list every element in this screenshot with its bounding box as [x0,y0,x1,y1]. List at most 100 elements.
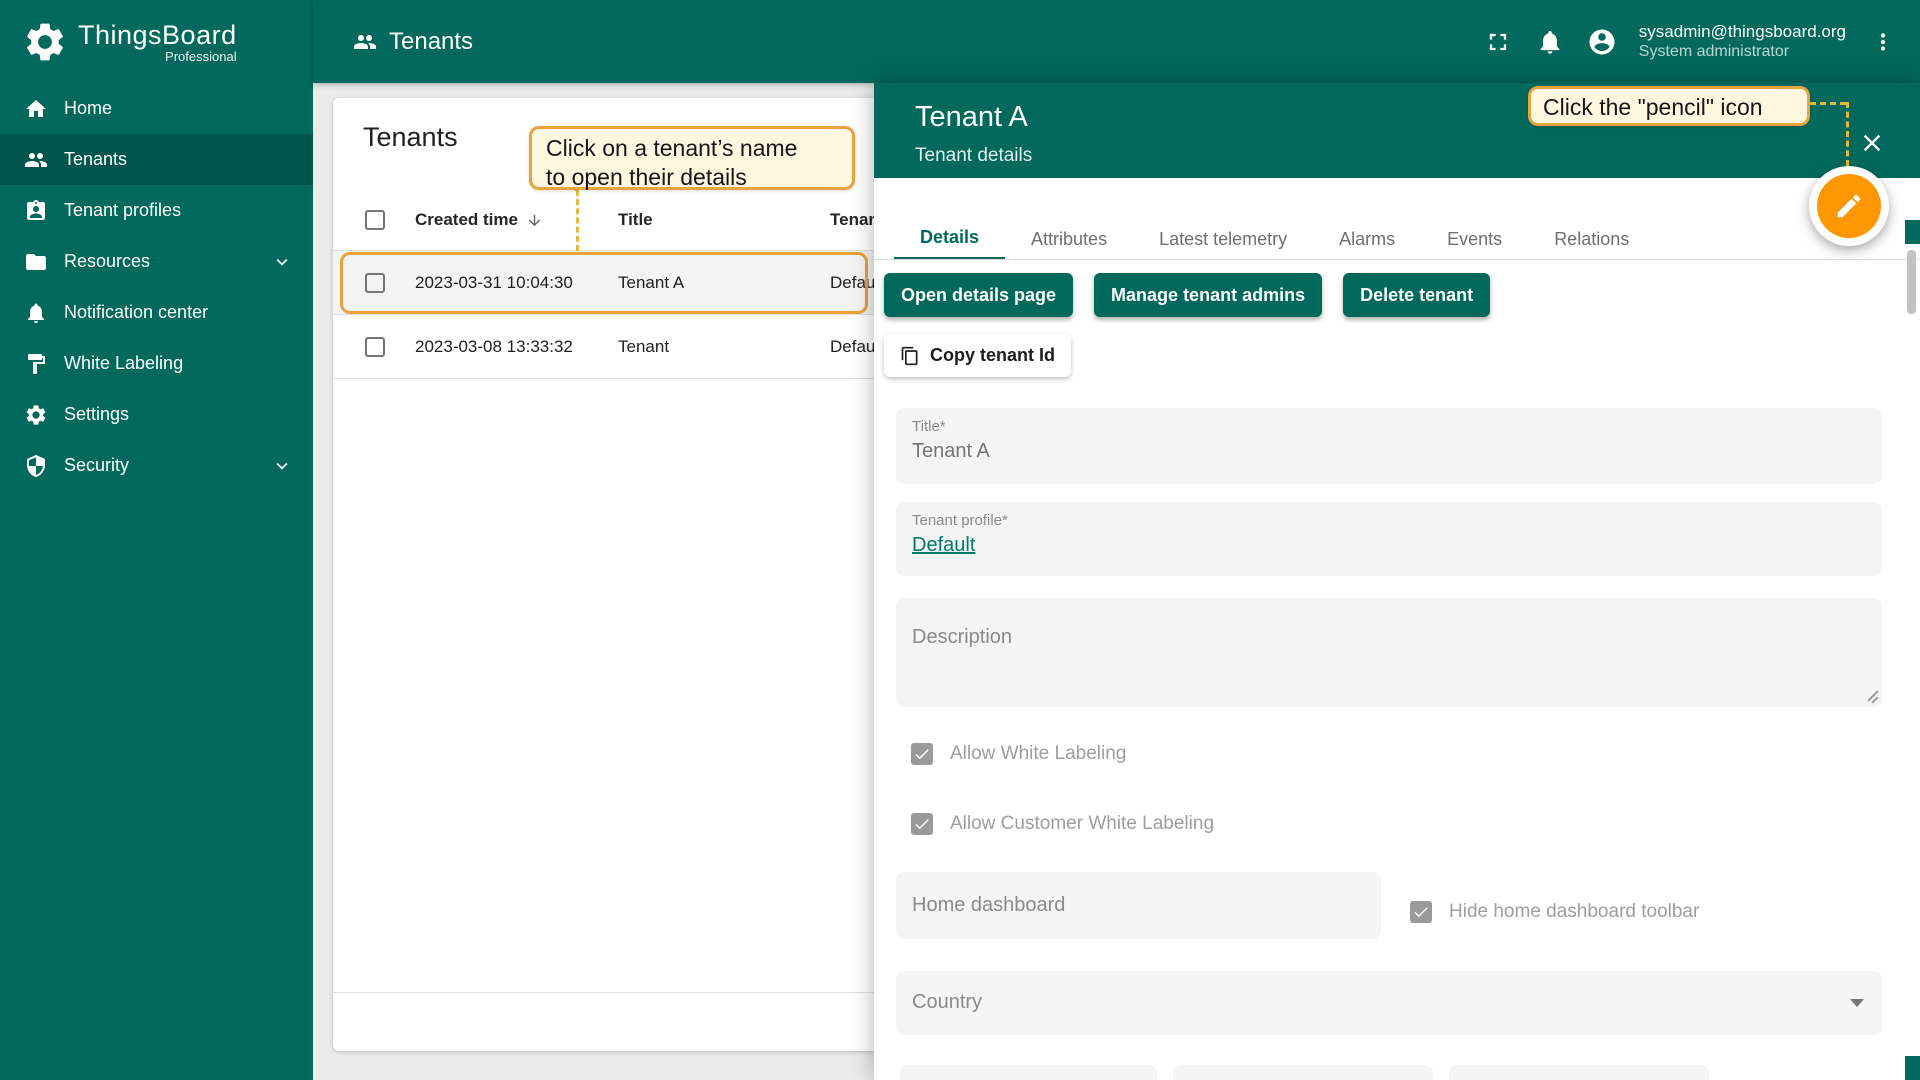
column-created-time[interactable]: Created time [415,190,543,250]
sidebar-item-label: Resources [64,251,150,272]
cell-title[interactable]: Tenant [618,315,669,378]
tab-alarms[interactable]: Alarms [1313,218,1421,260]
sidebar-item-notification-center[interactable]: Notification center [0,287,313,338]
tenant-details-panel: Tenant A Tenant details Details Attribut… [874,83,1920,1080]
close-button[interactable] [1858,129,1886,157]
avatar-icon [1587,21,1617,63]
checkmark-icon [1412,903,1430,921]
country-select[interactable]: Country [896,971,1882,1035]
sidebar-item-label: Home [64,98,112,119]
notification-bell-icon [24,301,48,325]
user-info: sysadmin@thingsboard.org System administ… [1639,21,1846,62]
form-field-stub [900,1065,1157,1080]
annotation-text-line1: Click on a tenant’s name [546,134,838,163]
hide-home-dashboard-toolbar-row: Hide home dashboard toolbar [1410,901,1699,923]
tenants-people-icon [24,148,48,172]
chevron-down-icon [271,455,293,477]
form-field-stub [1173,1065,1433,1080]
tab-attributes[interactable]: Attributes [1005,218,1133,260]
tenant-profile-field: Tenant profile* Default [896,502,1882,576]
toolbar-actions: sysadmin@thingsboard.org System administ… [1483,21,1920,62]
sidebar-item-label: Notification center [64,302,208,323]
tab-relations[interactable]: Relations [1528,218,1655,260]
close-icon [1858,129,1886,157]
tab-events[interactable]: Events [1421,218,1528,260]
sidebar-item-settings[interactable]: Settings [0,389,313,440]
notifications-button[interactable] [1535,27,1565,57]
home-dashboard-placeholder: Home dashboard [912,894,1065,917]
top-toolbar: Tenants sysadmin@thingsboard.org System … [313,0,1920,83]
manage-tenant-admins-button[interactable]: Manage tenant admins [1094,273,1322,317]
tabs-divider [874,259,1920,260]
thingsboard-gear-logo-icon [22,19,68,65]
toolbar-title-group: Tenants [313,28,473,56]
more-menu-button[interactable] [1868,27,1898,57]
description-field: Description [896,598,1882,707]
panel-scrollbar-thumb[interactable] [1907,250,1916,314]
column-title[interactable]: Title [618,190,653,250]
scrollbar-bottom-nub [1905,1056,1920,1080]
cell-title[interactable]: Tenant A [618,251,684,314]
title-field-value: Tenant A [912,440,990,463]
sidebar-item-resources[interactable]: Resources [0,236,313,287]
form-field-stub [1449,1065,1709,1080]
country-label: Country [912,991,982,1014]
more-vert-icon [1870,29,1896,55]
row-checkbox[interactable] [365,273,385,293]
checkbox-label: Hide home dashboard toolbar [1449,901,1699,923]
scrollbar-top-nub [1905,220,1920,244]
sidebar-item-label: Settings [64,404,129,425]
page-title: Tenants [389,28,473,56]
annotation-connector [1846,102,1849,166]
checkmark-icon [913,815,931,833]
annotation-pencil-tip: Click the "pencil" icon [1528,86,1810,126]
tenants-people-icon [353,30,377,54]
edit-tenant-button[interactable] [1817,174,1881,238]
annotation-text-line2: to open their details [546,163,838,192]
brand-name: ThingsBoard [78,20,237,51]
copy-icon [900,346,920,366]
user-email: sysadmin@thingsboard.org [1639,21,1846,42]
sidebar-item-white-labeling[interactable]: White Labeling [0,338,313,389]
panel-tabs: Details Attributes Latest telemetry Alar… [894,218,1655,260]
notifications-bell-icon [1536,28,1564,56]
tenant-profile-field-label: Tenant profile* [912,512,1008,529]
security-shield-icon [24,454,48,478]
row-checkbox[interactable] [365,337,385,357]
annotation-table-tip: Click on a tenant’s name to open their d… [529,126,855,190]
tab-latest-telemetry[interactable]: Latest telemetry [1133,218,1313,260]
resize-handle[interactable] [1865,690,1878,703]
sort-desc-arrow-icon [526,212,543,229]
table-title: Tenants [363,122,458,153]
select-all-checkbox[interactable] [365,210,385,230]
delete-tenant-button[interactable]: Delete tenant [1343,273,1490,317]
hide-home-dashboard-toolbar-checkbox[interactable] [1410,901,1432,923]
resources-folder-icon [24,250,48,274]
white-labeling-paint-icon [24,352,48,376]
fullscreen-button[interactable] [1483,27,1513,57]
allow-customer-white-labeling-checkbox[interactable] [911,813,933,835]
tenant-profile-link[interactable]: Default [912,534,975,557]
home-icon [24,97,48,121]
sidebar-item-tenant-profiles[interactable]: Tenant profiles [0,185,313,236]
checkmark-icon [913,745,931,763]
sidebar-item-home[interactable]: Home [0,83,313,134]
brand-text: ThingsBoard Professional [78,20,237,64]
sidebar-item-security[interactable]: Security [0,440,313,491]
sidebar-item-tenants[interactable]: Tenants [0,134,313,185]
settings-gear-icon [24,403,48,427]
sidebar-item-label: Tenant profiles [64,200,181,221]
title-field: Title* Tenant A [896,408,1882,484]
thingsboard-logo[interactable]: ThingsBoard Professional [0,0,313,83]
tab-details[interactable]: Details [894,218,1005,260]
allow-white-labeling-checkbox[interactable] [911,743,933,765]
copy-tenant-id-button[interactable]: Copy tenant Id [884,334,1071,377]
panel-action-buttons: Open details page Manage tenant admins D… [884,273,1490,317]
annotation-connector [576,190,579,251]
home-dashboard-field[interactable]: Home dashboard [896,872,1381,939]
checkbox-label: Allow Customer White Labeling [950,813,1214,835]
cell-created-time: 2023-03-08 13:33:32 [415,315,573,378]
open-details-page-button[interactable]: Open details page [884,273,1073,317]
user-menu-button[interactable] [1587,27,1617,57]
sidebar-item-label: White Labeling [64,353,183,374]
